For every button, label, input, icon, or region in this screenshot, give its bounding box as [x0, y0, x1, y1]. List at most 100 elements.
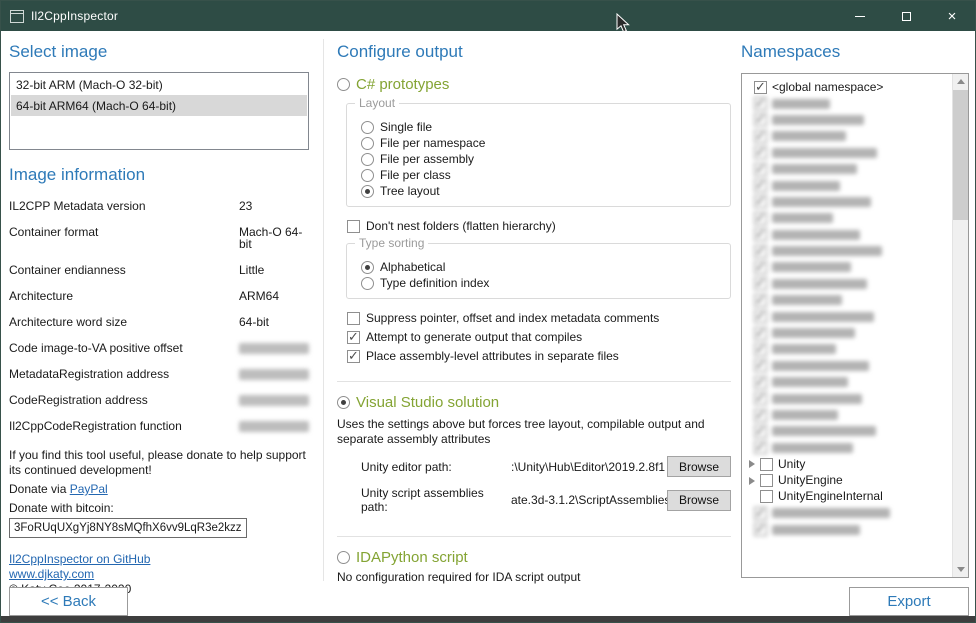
- bitcoin-address-input[interactable]: [9, 518, 247, 538]
- checkbox-checked-icon[interactable]: [754, 441, 767, 454]
- namespace-item-redacted[interactable]: [747, 308, 951, 324]
- namespace-item-redacted[interactable]: [747, 325, 951, 341]
- checkbox-icon[interactable]: [760, 490, 773, 503]
- paypal-link[interactable]: PayPal: [70, 482, 108, 496]
- namespace-item-redacted[interactable]: [747, 390, 951, 406]
- namespace-item-unityengine[interactable]: UnityEngine: [747, 472, 951, 488]
- export-button[interactable]: Export: [849, 587, 969, 616]
- namespace-item-redacted[interactable]: [747, 374, 951, 390]
- expander-icon[interactable]: [749, 477, 755, 485]
- checkbox-checked-icon[interactable]: [754, 130, 767, 143]
- checkbox-checked-icon[interactable]: [754, 195, 767, 208]
- layout-option-tree-layout[interactable]: Tree layout: [361, 184, 720, 198]
- suppress-metadata-comments-checkbox[interactable]: Suppress pointer, offset and index metad…: [347, 311, 731, 325]
- namespace-item-redacted[interactable]: [747, 407, 951, 423]
- checkbox-checked-icon[interactable]: [754, 376, 767, 389]
- checkbox-checked-icon: [347, 350, 360, 363]
- checkbox-checked-icon[interactable]: [754, 146, 767, 159]
- bitcoin-label: Donate with bitcoin:: [9, 501, 309, 516]
- checkbox-checked-icon[interactable]: [754, 409, 767, 422]
- back-button[interactable]: << Back: [9, 587, 128, 616]
- checkbox-checked-icon[interactable]: [754, 277, 767, 290]
- redacted-label: [772, 164, 857, 174]
- namespace-item-redacted[interactable]: [747, 243, 951, 259]
- checkbox-icon[interactable]: [760, 458, 773, 471]
- checkbox-checked-icon[interactable]: [754, 392, 767, 405]
- checkbox-checked-icon[interactable]: [754, 425, 767, 438]
- namespace-item-redacted[interactable]: [747, 194, 951, 210]
- namespace-item-redacted[interactable]: [747, 341, 951, 357]
- close-button[interactable]: ×: [929, 1, 975, 31]
- scrollbar-thumb[interactable]: [953, 90, 968, 220]
- checkbox-checked-icon[interactable]: [754, 163, 767, 176]
- checkbox-checked-icon[interactable]: [754, 343, 767, 356]
- flatten-hierarchy-checkbox[interactable]: Don't nest folders (flatten hierarchy): [347, 219, 731, 233]
- generate-compilable-output-checkbox[interactable]: Attempt to generate output that compiles: [347, 330, 731, 344]
- namespace-item-redacted[interactable]: [747, 112, 951, 128]
- sorting-option-type-definition-index[interactable]: Type definition index: [361, 276, 720, 290]
- namespace-item-redacted[interactable]: [747, 292, 951, 308]
- option-label: Single file: [380, 120, 432, 134]
- checkbox-checked-icon[interactable]: [754, 228, 767, 241]
- namespaces-panel[interactable]: <global namespace> Unity Uni: [741, 73, 969, 578]
- layout-option-single-file[interactable]: Single file: [361, 120, 720, 134]
- checkbox-checked-icon[interactable]: [754, 245, 767, 258]
- expander-icon[interactable]: [749, 460, 755, 468]
- close-icon: ×: [948, 9, 957, 24]
- checkbox-checked-icon[interactable]: [754, 507, 767, 520]
- browse-editor-button[interactable]: Browse: [667, 456, 731, 477]
- checkbox-icon[interactable]: [760, 474, 773, 487]
- layout-option-file-per-class[interactable]: File per class: [361, 168, 720, 182]
- namespace-item-redacted[interactable]: [747, 145, 951, 161]
- namespace-item-redacted[interactable]: [747, 95, 951, 111]
- maximize-button[interactable]: [883, 1, 929, 31]
- namespace-item-redacted[interactable]: [747, 276, 951, 292]
- github-link[interactable]: Il2CppInspector on GitHub: [9, 552, 150, 567]
- checkbox-checked-icon[interactable]: [754, 97, 767, 110]
- scroll-down-icon[interactable]: [957, 567, 965, 572]
- csharp-prototypes-radio[interactable]: C# prototypes: [337, 76, 731, 93]
- image-list-item-selected[interactable]: 64-bit ARM64 (Mach-O 64-bit): [11, 95, 307, 116]
- namespace-item-global[interactable]: <global namespace>: [747, 79, 951, 95]
- namespace-item-unity[interactable]: Unity: [747, 456, 951, 472]
- namespace-item-redacted[interactable]: [747, 358, 951, 374]
- namespace-item-redacted[interactable]: [747, 440, 951, 456]
- sorting-option-alphabetical[interactable]: Alphabetical: [361, 260, 720, 274]
- checkbox-checked-icon[interactable]: [754, 310, 767, 323]
- namespace-item-redacted[interactable]: [747, 128, 951, 144]
- checkbox-checked-icon[interactable]: [754, 359, 767, 372]
- idapython-script-radio[interactable]: IDAPython script: [337, 549, 731, 566]
- checkbox-checked-icon[interactable]: [754, 261, 767, 274]
- namespace-item-redacted[interactable]: [747, 259, 951, 275]
- scrollbar[interactable]: [952, 74, 968, 577]
- namespace-item-redacted[interactable]: [747, 522, 951, 538]
- section-separator: [337, 536, 731, 537]
- checkbox-checked-icon[interactable]: [754, 294, 767, 307]
- radio-icon: [361, 137, 374, 150]
- separate-attribute-files-checkbox[interactable]: Place assembly-level attributes in separ…: [347, 349, 731, 363]
- visual-studio-solution-radio[interactable]: Visual Studio solution: [337, 394, 731, 411]
- checkbox-checked-icon[interactable]: [754, 179, 767, 192]
- image-listbox[interactable]: 32-bit ARM (Mach-O 32-bit) 64-bit ARM64 …: [9, 72, 309, 150]
- namespace-item-redacted[interactable]: [747, 423, 951, 439]
- checkbox-checked-icon[interactable]: [754, 212, 767, 225]
- checkbox-checked-icon[interactable]: [754, 523, 767, 536]
- browse-assemblies-button[interactable]: Browse: [667, 490, 731, 511]
- namespace-item-redacted[interactable]: [747, 227, 951, 243]
- layout-option-file-per-namespace[interactable]: File per namespace: [361, 136, 720, 150]
- checkbox-checked-icon[interactable]: [754, 327, 767, 340]
- scroll-up-icon[interactable]: [957, 79, 965, 84]
- namespace-item-redacted[interactable]: [747, 177, 951, 193]
- image-list-item[interactable]: 32-bit ARM (Mach-O 32-bit): [11, 74, 307, 95]
- minimize-button[interactable]: [837, 1, 883, 31]
- namespace-item-redacted[interactable]: [747, 505, 951, 521]
- namespace-item-unityengineinternal[interactable]: UnityEngineInternal: [747, 489, 951, 505]
- app-icon: [10, 10, 24, 23]
- checkbox-checked-icon[interactable]: [754, 81, 767, 94]
- checkbox-checked-icon[interactable]: [754, 113, 767, 126]
- namespace-item-redacted[interactable]: [747, 161, 951, 177]
- website-link[interactable]: www.djkaty.com: [9, 567, 94, 582]
- layout-option-file-per-assembly[interactable]: File per assembly: [361, 152, 720, 166]
- layout-group-label: Layout: [355, 96, 399, 110]
- namespace-item-redacted[interactable]: [747, 210, 951, 226]
